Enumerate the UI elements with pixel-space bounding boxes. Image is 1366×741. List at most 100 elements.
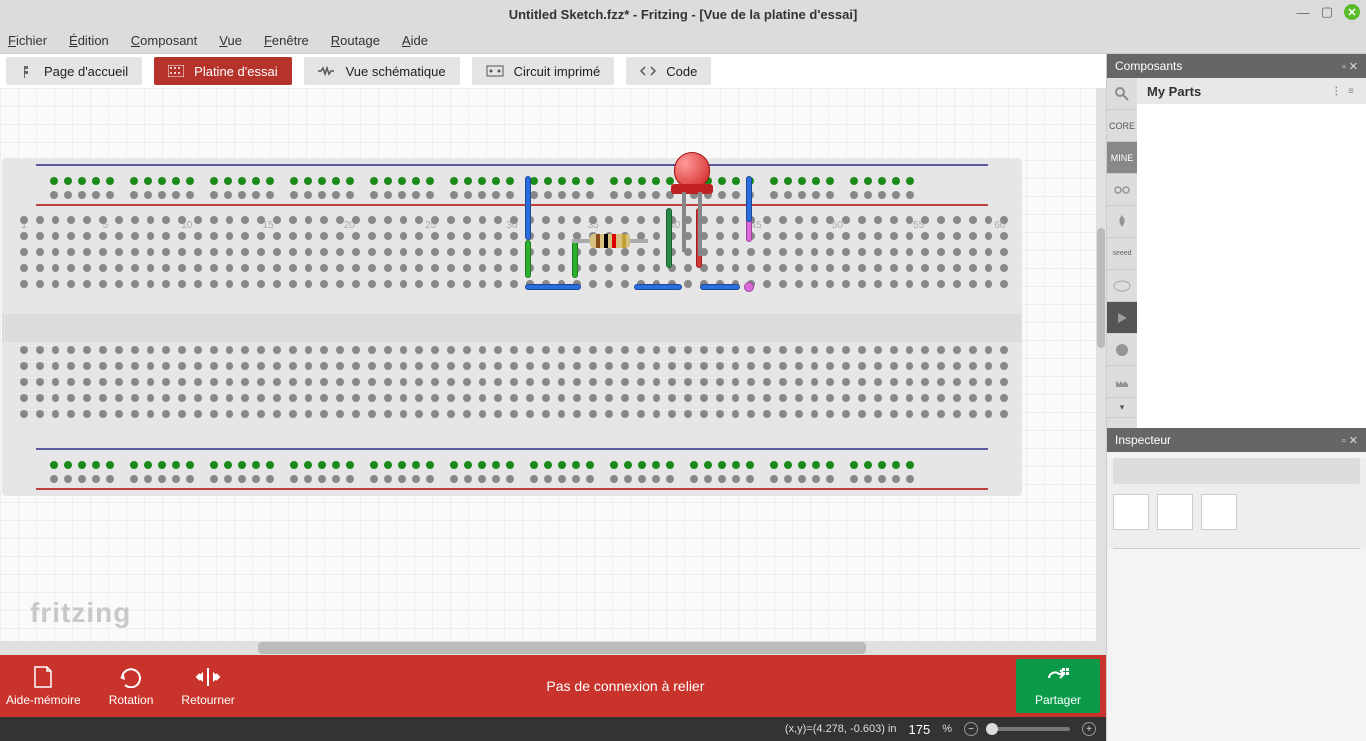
menu-window[interactable]: Fenêtre: [264, 33, 309, 48]
tie-area-top: [16, 212, 1008, 314]
horizontal-scrollbar[interactable]: [0, 641, 1106, 655]
wire-green-2[interactable]: [572, 240, 578, 278]
rail-line-blue-bottom: [36, 448, 988, 450]
search-icon: [1114, 86, 1130, 102]
zoom-in-button[interactable]: +: [1082, 722, 1096, 736]
menu-component[interactable]: Composant: [131, 33, 197, 48]
components-panel-controls[interactable]: ▫ ✕: [1342, 60, 1358, 73]
inspector-separator: [1113, 548, 1360, 549]
bin-tab-seeed[interactable]: seeed: [1107, 238, 1137, 270]
wire-green-1[interactable]: [525, 240, 531, 278]
intel-icon: [1113, 280, 1131, 292]
wire-blue-2[interactable]: [525, 284, 581, 290]
menu-bar: Fichier Édition Composant Vue Fenêtre Ro…: [0, 28, 1366, 54]
bin-tab-intel[interactable]: [1107, 270, 1137, 302]
components-panel-title: Composants: [1115, 59, 1182, 73]
h-scrollbar-thumb[interactable]: [258, 642, 866, 654]
play-icon: [1116, 312, 1128, 324]
tab-breadboard-label: Platine d'essai: [194, 64, 277, 79]
bottom-toolbar: Aide-mémoire Rotation Retourner Pas de c…: [0, 655, 1106, 717]
bin-tab-mine[interactable]: MINE: [1107, 142, 1137, 174]
rotate-icon: [118, 665, 144, 689]
maximize-button[interactable]: ▢: [1320, 5, 1334, 19]
menu-file[interactable]: Fichier: [8, 33, 47, 48]
components-panel-body: CORE MINE seeed ▾ M: [1107, 78, 1366, 428]
zoom-out-button[interactable]: −: [964, 722, 978, 736]
aide-memoire-button[interactable]: Aide-mémoire: [6, 665, 81, 707]
inspector-preview-breadboard[interactable]: [1113, 494, 1149, 530]
zoom-slider[interactable]: [990, 727, 1070, 731]
tab-code-label: Code: [666, 64, 697, 79]
tab-schematic[interactable]: Vue schématique: [304, 57, 460, 85]
parts-bin-title: My Parts: [1147, 84, 1201, 99]
inspector-preview-boxes: [1107, 490, 1366, 534]
bin-tab-play[interactable]: [1107, 302, 1137, 334]
tab-home-label: Page d'accueil: [44, 64, 128, 79]
rail-dots-neg-top: [50, 186, 974, 206]
rotation-button[interactable]: Rotation: [109, 665, 154, 707]
wire-blue-1[interactable]: [525, 176, 531, 240]
tab-code[interactable]: Code: [626, 57, 711, 85]
partager-button[interactable]: Partager: [1016, 659, 1100, 713]
inspector-panel-header[interactable]: Inspecteur ▫ ✕: [1107, 428, 1366, 452]
tab-home[interactable]: Page d'accueil: [6, 57, 142, 85]
routing-status-message: Pas de connexion à relier: [235, 678, 1016, 694]
breadboard-icon: [168, 65, 184, 77]
flame-icon: [1115, 214, 1129, 230]
fritzing-watermark: fritzing: [30, 597, 131, 629]
menu-edit[interactable]: Édition: [69, 33, 109, 48]
components-panel-header[interactable]: Composants ▫ ✕: [1107, 54, 1366, 78]
parts-bin-view-icons[interactable]: ⋮ ≡: [1331, 86, 1356, 97]
bin-tab-search[interactable]: [1107, 78, 1137, 110]
schematic-icon: [318, 66, 336, 76]
wire-blue-4[interactable]: [700, 284, 740, 290]
wire-green-3[interactable]: [666, 208, 672, 268]
bottom-toolbar-left: Aide-mémoire Rotation Retourner: [6, 665, 235, 707]
center-gap: [2, 314, 1022, 342]
breadboard-canvas[interactable]: 151015202530354045505560 fritzing: [0, 88, 1106, 655]
factory-icon: [1115, 375, 1129, 389]
breadboard[interactable]: 151015202530354045505560: [2, 158, 1022, 496]
tab-pcb[interactable]: Circuit imprimé: [472, 57, 615, 85]
rotation-label: Rotation: [109, 693, 154, 707]
coordinates-readout: (x,y)=(4.278, -0.603) in: [785, 723, 897, 735]
led-rim: [671, 184, 713, 194]
retourner-button[interactable]: Retourner: [181, 665, 234, 707]
menu-view[interactable]: Vue: [219, 33, 242, 48]
led-leg-cathode: [698, 192, 702, 256]
bin-tab-core[interactable]: CORE: [1107, 110, 1137, 142]
bin-tab-scroll-down[interactable]: ▾: [1107, 398, 1137, 418]
menu-help[interactable]: Aide: [402, 33, 428, 48]
parts-bin-content: My Parts ⋮ ≡: [1137, 78, 1366, 428]
led-red[interactable]: [674, 152, 710, 194]
led-leg-anode: [682, 192, 686, 252]
zoom-unit: %: [942, 723, 952, 735]
menu-routing[interactable]: Routage: [331, 33, 380, 48]
tab-breadboard[interactable]: Platine d'essai: [154, 57, 291, 85]
pcb-icon: [486, 65, 504, 77]
vertical-scrollbar[interactable]: [1096, 88, 1106, 641]
resistor[interactable]: [590, 234, 630, 248]
bin-tab-parallax[interactable]: [1107, 206, 1137, 238]
wire-blue-3[interactable]: [634, 284, 682, 290]
rail-dots-neg-bot: [50, 470, 974, 490]
inspector-preview-schematic[interactable]: [1157, 494, 1193, 530]
minimize-button[interactable]: —: [1296, 5, 1310, 19]
zoom-slider-knob[interactable]: [986, 723, 998, 735]
yin-yang-icon: [1115, 343, 1129, 357]
inspector-panel-title: Inspecteur: [1115, 433, 1171, 447]
zoom-value[interactable]: 175: [909, 722, 931, 737]
bin-tab-arduino[interactable]: [1107, 174, 1137, 206]
title-bar: Untitled Sketch.fzz* - Fritzing - [Vue d…: [0, 0, 1366, 28]
inspector-preview-pcb[interactable]: [1201, 494, 1237, 530]
wire-blue-5[interactable]: [746, 176, 752, 222]
inspector-name-field[interactable]: [1113, 458, 1360, 484]
bin-tab-contrib[interactable]: [1107, 334, 1137, 366]
close-button[interactable]: ✕: [1344, 4, 1360, 20]
wire-endpoint-pink[interactable]: [744, 282, 754, 292]
bin-tab-temp[interactable]: [1107, 366, 1137, 398]
window-controls: — ▢ ✕: [1296, 4, 1360, 20]
v-scrollbar-thumb[interactable]: [1097, 228, 1105, 348]
inspector-panel-controls[interactable]: ▫ ✕: [1342, 434, 1358, 447]
parts-bin-title-bar: My Parts ⋮ ≡: [1137, 78, 1366, 104]
